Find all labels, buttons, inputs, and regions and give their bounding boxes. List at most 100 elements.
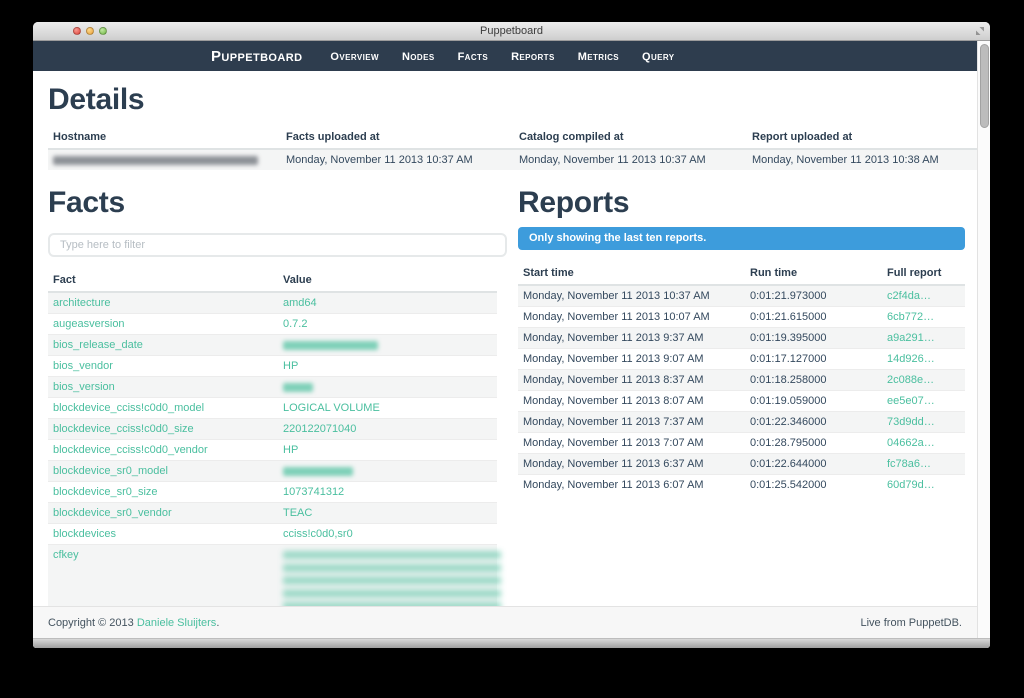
report-hash-cell: 6cb772… <box>882 307 965 328</box>
full-report-link[interactable]: c2f4da… <box>887 290 931 302</box>
report-uploaded-cell: Monday, November 11 2013 10:38 AM <box>747 149 977 170</box>
nav-item-nodes[interactable]: Nodes <box>402 51 435 63</box>
fact-link[interactable]: blockdevice_cciss!c0d0_model <box>53 402 204 414</box>
report-hash-cell: 60d79d… <box>882 475 965 496</box>
minimize-button[interactable] <box>86 27 94 35</box>
fact-name-cell: blockdevice_sr0_model <box>48 461 278 482</box>
fact-link[interactable]: blockdevice_cciss!c0d0_vendor <box>53 444 208 456</box>
full-report-link[interactable]: 14d926… <box>887 353 935 365</box>
report-row: Monday, November 11 2013 9:37 AM0:01:19.… <box>518 328 965 349</box>
details-col-hostname: Hostname <box>48 127 281 149</box>
copyright-prefix: Copyright © 2013 <box>48 617 137 629</box>
browser-window: Puppetboard Puppetboard Overview Nodes Fac… <box>33 22 990 648</box>
window-resize-edge[interactable] <box>33 638 990 648</box>
fact-row: blockdevices cciss!c0d0,sr0 <box>48 524 497 545</box>
author-link[interactable]: Daniele Sluijters <box>137 617 216 629</box>
reports-table: Start time Run time Full report Monday, … <box>518 263 965 495</box>
fact-value-cell: 220122071040 <box>278 419 497 440</box>
fact-row: blockdevice_sr0_model <box>48 461 497 482</box>
puppetdb-status-text: Live from PuppetDB. <box>861 617 963 629</box>
fact-link[interactable]: architecture <box>53 297 110 309</box>
report-run-time: 0:01:22.346000 <box>745 412 882 433</box>
details-col-catalog-compiled: Catalog compiled at <box>514 127 747 149</box>
fact-link[interactable]: bios_release_date <box>53 339 143 351</box>
copyright-suffix: . <box>216 617 219 629</box>
facts-section: Facts Fact Value architectureamd64augeas… <box>48 186 507 606</box>
report-run-time: 0:01:19.059000 <box>745 391 882 412</box>
details-header-row: Hostname Facts uploaded at Catalog compi… <box>48 127 977 149</box>
report-run-time: 0:01:25.542000 <box>745 475 882 496</box>
details-col-facts-uploaded: Facts uploaded at <box>281 127 514 149</box>
fact-value: 0.7.2 <box>283 318 307 330</box>
facts-uploaded-cell: Monday, November 11 2013 10:37 AM <box>281 149 514 170</box>
report-row: Monday, November 11 2013 6:37 AM0:01:22.… <box>518 454 965 475</box>
fact-link[interactable]: augeasversion <box>53 318 125 330</box>
report-start-time: Monday, November 11 2013 8:37 AM <box>518 370 745 391</box>
nav-item-reports[interactable]: Reports <box>511 51 555 63</box>
reports-table-body: Monday, November 11 2013 10:37 AM0:01:21… <box>518 285 965 495</box>
report-run-time: 0:01:22.644000 <box>745 454 882 475</box>
fact-value-cell <box>278 335 497 356</box>
nav-item-facts[interactable]: Facts <box>458 51 489 63</box>
report-hash-cell: 04662a… <box>882 433 965 454</box>
fact-name-cell: cfkey <box>48 545 278 607</box>
report-start-time: Monday, November 11 2013 9:07 AM <box>518 349 745 370</box>
report-run-time: 0:01:21.973000 <box>745 285 882 307</box>
fact-row: blockdevice_cciss!c0d0_modelLOGICAL VOLU… <box>48 398 497 419</box>
fact-name-cell: blockdevices <box>48 524 278 545</box>
report-start-time: Monday, November 11 2013 7:07 AM <box>518 433 745 454</box>
fact-link[interactable]: bios_version <box>53 381 115 393</box>
full-report-link[interactable]: 6cb772… <box>887 311 934 323</box>
fact-value-cell: 1073741312 <box>278 482 497 503</box>
fullscreen-arrows-icon[interactable] <box>975 26 985 36</box>
fact-value-cell: cciss!c0d0,sr0 <box>278 524 497 545</box>
report-row: Monday, November 11 2013 6:07 AM0:01:25.… <box>518 475 965 496</box>
fact-link[interactable]: blockdevice_sr0_size <box>53 486 158 498</box>
fact-value-cell <box>278 461 497 482</box>
reports-col-run: Run time <box>745 263 882 285</box>
full-report-link[interactable]: fc78a6… <box>887 458 931 470</box>
window-title: Puppetboard <box>33 22 990 40</box>
full-report-link[interactable]: 2c088e… <box>887 374 934 386</box>
report-row: Monday, November 11 2013 10:37 AM0:01:21… <box>518 285 965 307</box>
navbar: Puppetboard Overview Nodes Facts Reports Met… <box>33 41 977 71</box>
report-hash-cell: 2c088e… <box>882 370 965 391</box>
nav-item-overview[interactable]: Overview <box>330 51 379 63</box>
nav-item-query[interactable]: Query <box>642 51 675 63</box>
full-report-link[interactable]: ee5e07… <box>887 395 935 407</box>
scrollbar-thumb[interactable] <box>980 44 989 128</box>
report-hash-cell: c2f4da… <box>882 285 965 307</box>
report-run-time: 0:01:17.127000 <box>745 349 882 370</box>
fact-name-cell: blockdevice_sr0_vendor <box>48 503 278 524</box>
fact-row: bios_vendorHP <box>48 356 497 377</box>
zoom-button[interactable] <box>99 27 107 35</box>
report-hash-cell: a9a291… <box>882 328 965 349</box>
scrollbar-track[interactable] <box>977 41 990 638</box>
fact-link[interactable]: blockdevice_cciss!c0d0_size <box>53 423 194 435</box>
close-button[interactable] <box>73 27 81 35</box>
reports-col-full: Full report <box>882 263 965 285</box>
facts-table-body: architectureamd64augeasversion0.7.2bios_… <box>48 292 497 606</box>
full-report-link[interactable]: 73d9dd… <box>887 416 935 428</box>
report-start-time: Monday, November 11 2013 6:37 AM <box>518 454 745 475</box>
report-hash-cell: 73d9dd… <box>882 412 965 433</box>
fact-link[interactable]: blockdevices <box>53 528 116 540</box>
fact-row: blockdevice_sr0_vendorTEAC <box>48 503 497 524</box>
nav-item-metrics[interactable]: Metrics <box>578 51 619 63</box>
hostname-redacted-blur <box>53 156 258 165</box>
hostname-cell <box>48 149 281 170</box>
full-report-link[interactable]: 04662a… <box>887 437 935 449</box>
fact-link[interactable]: cfkey <box>53 549 79 561</box>
fact-link[interactable]: blockdevice_sr0_model <box>53 465 168 477</box>
fact-row: blockdevice_cciss!c0d0_size 220122071040 <box>48 419 497 440</box>
copyright-text: Copyright © 2013 Daniele Sluijters. <box>48 617 219 629</box>
navbar-brand[interactable]: Puppetboard <box>211 48 302 65</box>
report-hash-cell: ee5e07… <box>882 391 965 412</box>
full-report-link[interactable]: a9a291… <box>887 332 935 344</box>
facts-filter-input[interactable] <box>48 233 507 257</box>
fact-value-cell: 0.7.2 <box>278 314 497 335</box>
fact-link[interactable]: blockdevice_sr0_vendor <box>53 507 172 519</box>
window-titlebar[interactable]: Puppetboard <box>33 22 990 41</box>
full-report-link[interactable]: 60d79d… <box>887 479 935 491</box>
fact-link[interactable]: bios_vendor <box>53 360 113 372</box>
